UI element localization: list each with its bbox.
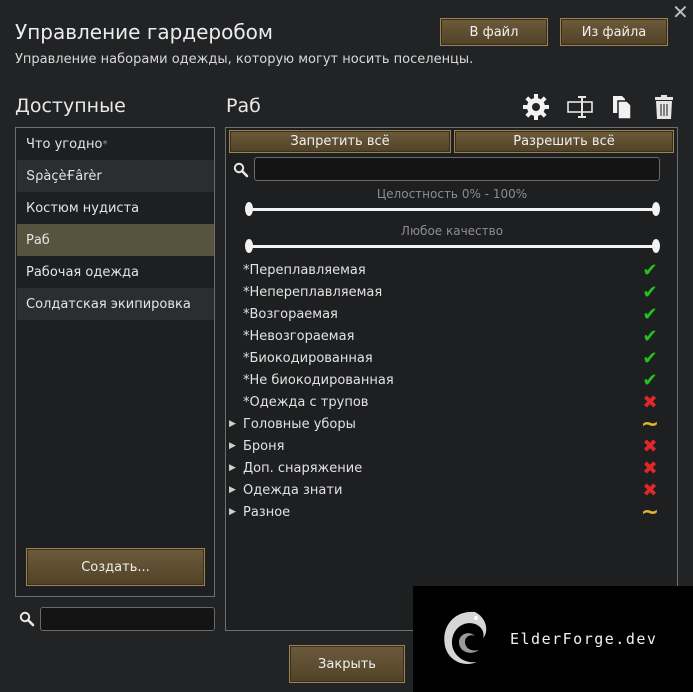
filter-row-label: *Невозгораемая xyxy=(243,328,355,344)
forbidden-cross-icon[interactable]: ✖ xyxy=(639,480,661,501)
search-icon xyxy=(233,162,249,178)
watermark-text: ElderForge.dev xyxy=(510,630,658,648)
filter-row[interactable]: *Не биокодированная ✔ xyxy=(229,369,661,391)
hp-slider-track xyxy=(249,208,655,211)
quality-slider-min-handle[interactable] xyxy=(245,239,253,253)
allowed-check-icon[interactable]: ✔ xyxy=(639,326,661,347)
outfit-item-label: Солдатская экипировка xyxy=(26,296,191,312)
filter-row[interactable]: ▶ Броня ✖ xyxy=(229,435,661,457)
filter-row-label: *Непереплавляемая xyxy=(243,284,383,300)
filter-row-label: *Не биокодированная xyxy=(243,372,394,388)
expand-triangle-icon[interactable]: ▶ xyxy=(229,485,243,495)
close-icon[interactable]: ✕ xyxy=(672,2,689,22)
outfit-item-label: Рабочая одежда xyxy=(26,264,139,280)
filter-row[interactable]: *Непереплавляемая ✔ xyxy=(229,281,661,303)
outfit-item-label: ՏρàçèҒârèr xyxy=(26,168,102,184)
filter-row[interactable]: ▶ Одежда знати ✖ xyxy=(229,479,661,501)
filter-row-label: *Биокодированная xyxy=(243,350,373,366)
hp-slider-label: Целостность 0% - 100% xyxy=(376,187,528,201)
settings-gear-icon[interactable] xyxy=(522,93,550,121)
outfit-search-input[interactable] xyxy=(40,607,215,631)
filter-row-label: Броня xyxy=(243,438,285,454)
quality-slider-label: Любое качество xyxy=(400,224,504,238)
allowed-check-icon[interactable]: ✔ xyxy=(639,304,661,325)
filter-row-label: Разное xyxy=(243,504,291,520)
allowed-check-icon[interactable]: ✔ xyxy=(639,370,661,391)
filter-row-label: Доп. снаряжение xyxy=(243,460,363,476)
outfit-item-label: Костюм нудиста xyxy=(26,200,140,216)
filter-row[interactable]: *Переплавляемая ✔ xyxy=(229,259,661,281)
close-dialog-button[interactable]: Закрыть xyxy=(289,645,405,683)
hp-slider-min-handle[interactable] xyxy=(245,202,253,216)
rename-icon[interactable] xyxy=(566,93,594,121)
outfit-item-anything[interactable]: Что угодно * xyxy=(17,128,214,160)
outfit-item-spacefarer[interactable]: ՏρàçèҒârèr xyxy=(17,160,214,192)
allow-all-button[interactable]: Разрешить всё xyxy=(454,130,674,153)
forbid-all-button[interactable]: Запретить всё xyxy=(229,130,451,153)
dialog-subtitle: Управление наборами одежды, которую могу… xyxy=(15,52,474,67)
filter-row[interactable]: ▶ Доп. снаряжение ✖ xyxy=(229,457,661,479)
search-icon xyxy=(19,611,35,627)
export-to-file-button[interactable]: В файл xyxy=(440,18,548,46)
outfit-item-soldier[interactable]: Солдатская экипировка xyxy=(17,288,214,320)
delete-trash-icon[interactable] xyxy=(650,93,678,121)
allowed-check-icon[interactable]: ✔ xyxy=(639,282,661,303)
expand-triangle-icon[interactable]: ▶ xyxy=(229,419,243,429)
forbidden-cross-icon[interactable]: ✖ xyxy=(639,392,661,413)
expand-triangle-icon[interactable]: ▶ xyxy=(229,463,243,473)
expand-triangle-icon[interactable]: ▶ xyxy=(229,507,243,517)
quality-slider-track xyxy=(249,245,655,248)
filter-search-input[interactable] xyxy=(254,157,660,181)
filter-row[interactable]: ▶ Головные уборы ~ xyxy=(229,412,661,437)
allowed-check-icon[interactable]: ✔ xyxy=(639,260,661,281)
hp-slider-max-handle[interactable] xyxy=(652,202,660,216)
dragon-logo-icon xyxy=(444,611,487,665)
filter-row[interactable]: *Возгораемая ✔ xyxy=(229,303,661,325)
create-outfit-button[interactable]: Создать... xyxy=(26,548,205,586)
filter-row-label: *Возгораемая xyxy=(243,306,338,322)
filter-row[interactable]: ▶ Разное ~ xyxy=(229,500,661,525)
partial-tilde-icon[interactable]: ~ xyxy=(639,412,661,437)
outfit-item-label: Что угодно xyxy=(26,136,103,152)
forbidden-cross-icon[interactable]: ✖ xyxy=(639,458,661,479)
dialog-title: Управление гардеробом xyxy=(15,20,274,44)
outfit-item-worker[interactable]: Рабочая одежда xyxy=(17,256,214,288)
expand-triangle-icon[interactable]: ▶ xyxy=(229,441,243,451)
quality-slider-max-handle[interactable] xyxy=(652,239,660,253)
outfit-list: Что угодно * ՏρàçèҒârèr Костюм нудиста Ра… xyxy=(15,127,215,597)
outfit-item-nudist[interactable]: Костюм нудиста xyxy=(17,192,214,224)
copy-icon[interactable] xyxy=(608,93,636,121)
outfit-item-label: Раб xyxy=(26,232,50,248)
filter-row-label: *Переплавляемая xyxy=(243,262,366,278)
available-heading: Доступные xyxy=(15,95,126,117)
outfit-name-heading: Раб xyxy=(226,95,261,117)
partial-tilde-icon[interactable]: ~ xyxy=(639,500,661,525)
import-from-file-button[interactable]: Из файла xyxy=(560,18,668,46)
filter-row-label: Головные уборы xyxy=(243,416,356,432)
default-mark: * xyxy=(102,138,108,150)
filter-row-label: Одежда знати xyxy=(243,482,343,498)
allowed-check-icon[interactable]: ✔ xyxy=(639,348,661,369)
filter-row-label: *Одежда с трупов xyxy=(243,394,369,410)
watermark: ElderForge.dev xyxy=(413,586,693,692)
outfit-item-slave[interactable]: Раб xyxy=(17,224,214,256)
filter-row[interactable]: *Биокодированная ✔ xyxy=(229,347,661,369)
filter-row[interactable]: *Одежда с трупов ✖ xyxy=(229,391,661,413)
filter-row[interactable]: *Невозгораемая ✔ xyxy=(229,325,661,347)
forbidden-cross-icon[interactable]: ✖ xyxy=(639,436,661,457)
